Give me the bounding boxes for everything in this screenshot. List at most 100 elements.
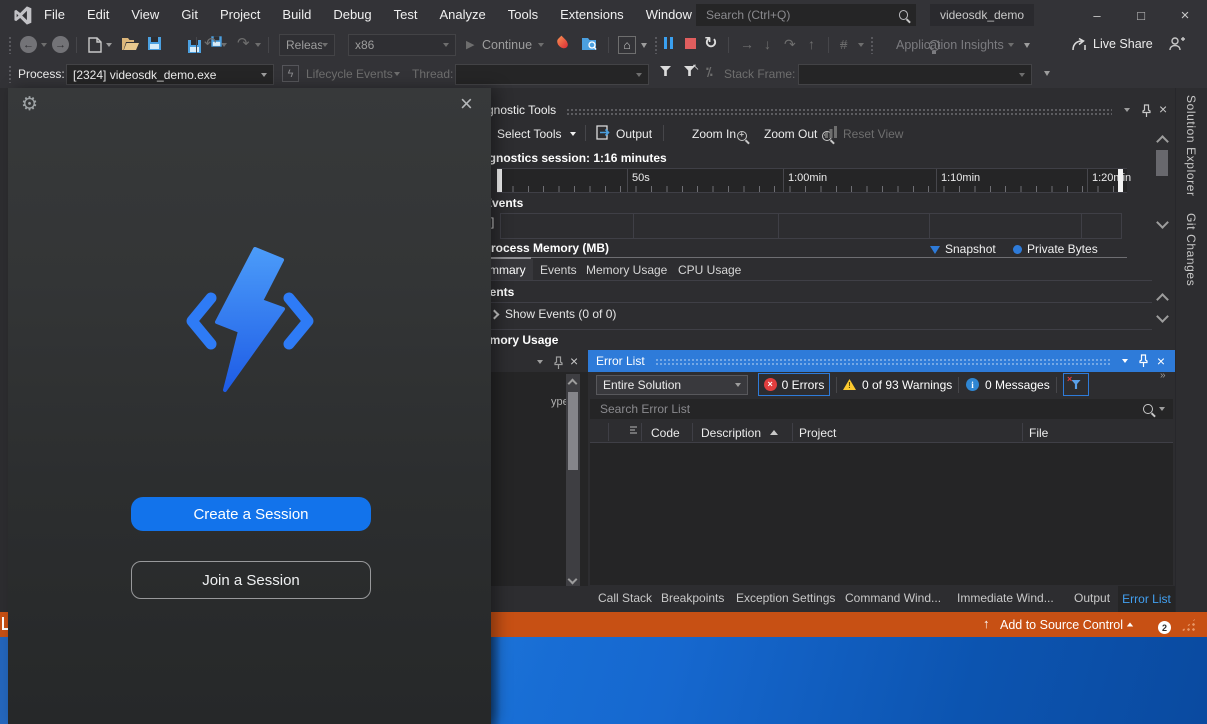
side-panel-close-icon[interactable]: × xyxy=(570,353,578,369)
menu-window[interactable]: Window xyxy=(635,0,703,30)
menu-git[interactable]: Git xyxy=(170,0,209,30)
open-folder-icon[interactable] xyxy=(122,37,139,51)
share-people-icon[interactable] xyxy=(1168,36,1186,52)
error-search-box[interactable] xyxy=(590,399,1173,419)
navigate-back-dropdown[interactable] xyxy=(41,43,47,47)
minimize-button[interactable]: – xyxy=(1075,0,1119,30)
output-button[interactable]: Output xyxy=(616,127,652,141)
step-over-icon[interactable]: ↷ xyxy=(784,36,796,53)
menu-debug[interactable]: Debug xyxy=(322,0,382,30)
zoom-out-button[interactable]: Zoom Out xyxy=(764,127,817,141)
threads-crossed-icon[interactable]: ⁒ xyxy=(706,65,713,79)
show-events-link[interactable]: Show Events (0 of 0) xyxy=(505,307,616,321)
snapshot-legend-label[interactable]: Snapshot xyxy=(945,242,996,256)
navigate-forward-icon[interactable]: → xyxy=(52,36,69,53)
column-description[interactable]: Description xyxy=(701,426,761,440)
menu-edit[interactable]: Edit xyxy=(76,0,120,30)
menu-project[interactable]: Project xyxy=(209,0,271,30)
tab-solution-explorer[interactable]: Solution Explorer xyxy=(1184,95,1198,197)
menu-build[interactable]: Build xyxy=(271,0,322,30)
diag-scrollbar-thumb[interactable] xyxy=(1156,150,1168,176)
save-all-icon[interactable] xyxy=(188,40,201,53)
side-panel-window-menu[interactable] xyxy=(537,360,543,364)
new-file-dropdown[interactable] xyxy=(106,43,112,47)
tab-command-window[interactable]: Command Wind... xyxy=(845,591,941,605)
column-file[interactable]: File xyxy=(1029,426,1048,440)
find-in-files-icon[interactable] xyxy=(582,37,599,51)
configuration-dropdown[interactable]: Release xyxy=(279,34,335,56)
diagnostic-window-menu[interactable] xyxy=(1124,108,1130,112)
tab-output[interactable]: Output xyxy=(1074,591,1110,605)
debug-overflow-dropdown[interactable] xyxy=(858,43,864,47)
home-icon[interactable]: ⌂ xyxy=(618,36,636,54)
step-out-icon[interactable]: ↑ xyxy=(808,36,815,52)
insights-overflow[interactable] xyxy=(1024,43,1030,48)
navigate-back-icon[interactable]: ← xyxy=(20,36,37,53)
timeline-start-marker[interactable] xyxy=(497,169,502,192)
timeline-end-marker[interactable] xyxy=(1118,169,1123,192)
redo-dropdown[interactable] xyxy=(255,43,261,47)
undo-dropdown[interactable] xyxy=(221,43,227,47)
join-session-button[interactable]: Join a Session xyxy=(131,561,371,599)
live-share-button[interactable]: Live Share xyxy=(1093,37,1153,51)
menu-extensions[interactable]: Extensions xyxy=(549,0,635,30)
lifecycle-events-dropdown[interactable]: Lifecycle Events xyxy=(306,67,393,81)
app-close-icon[interactable]: × xyxy=(460,91,473,117)
error-search-dropdown[interactable] xyxy=(1159,407,1165,411)
step-into-icon[interactable]: ↓ xyxy=(764,36,771,52)
zoom-in-button[interactable]: Zoom In xyxy=(692,127,736,141)
application-insights-dropdown[interactable]: Application Insights xyxy=(896,38,1004,52)
reset-view-button[interactable]: Reset View xyxy=(843,127,903,141)
menu-file[interactable]: File xyxy=(33,0,76,30)
menu-view[interactable]: View xyxy=(120,0,170,30)
session-timeline-ruler[interactable]: 50s 1:00min 1:10min 1:20min xyxy=(497,168,1127,193)
column-project[interactable]: Project xyxy=(799,426,836,440)
create-session-button[interactable]: Create a Session xyxy=(131,497,371,531)
undo-icon[interactable]: ↶ xyxy=(204,34,217,52)
continue-play-icon[interactable]: ▶ xyxy=(466,38,474,51)
redo-icon[interactable]: ↷ xyxy=(237,34,250,52)
tab-exception-settings[interactable]: Exception Settings xyxy=(736,591,835,605)
side-panel-pin-icon[interactable] xyxy=(553,356,564,370)
maximize-button[interactable]: □ xyxy=(1119,0,1163,30)
new-file-icon[interactable] xyxy=(88,37,102,53)
select-tools-dropdown[interactable]: Select Tools xyxy=(497,127,561,141)
stop-debugging-icon[interactable] xyxy=(685,38,696,49)
error-list-title-bar[interactable]: Error List × xyxy=(588,350,1175,372)
debugbar-overflow[interactable] xyxy=(1044,71,1050,76)
tab-events[interactable]: Events xyxy=(540,263,577,277)
error-list-pin-icon[interactable] xyxy=(1138,354,1149,368)
close-button[interactable]: × xyxy=(1163,0,1207,30)
quick-search-input[interactable] xyxy=(704,7,899,23)
toolbar-grip[interactable] xyxy=(8,36,12,54)
show-next-statement-icon[interactable]: → xyxy=(740,36,754,52)
error-list-window-menu[interactable] xyxy=(1122,359,1128,363)
error-toolbar-overflow[interactable]: » xyxy=(1160,370,1166,381)
toolbar-options-overflow[interactable] xyxy=(641,43,647,48)
source-control-caret-icon[interactable] xyxy=(1127,623,1133,627)
private-bytes-legend-label[interactable]: Private Bytes xyxy=(1027,242,1098,256)
diagnostic-pin-icon[interactable] xyxy=(1141,104,1152,118)
continue-dropdown[interactable] xyxy=(538,43,544,47)
save-icon[interactable] xyxy=(148,37,161,50)
error-list-drag-dots[interactable] xyxy=(655,358,1112,365)
quick-search-box[interactable] xyxy=(696,4,916,26)
platform-dropdown[interactable]: x86 xyxy=(348,34,456,56)
error-scope-dropdown[interactable]: Entire Solution xyxy=(596,375,748,395)
warnings-filter-button[interactable]: ! 0 of 93 Warnings xyxy=(843,373,952,396)
side-panel-scrollbar-thumb[interactable] xyxy=(568,392,578,470)
diagnostic-title-drag-dots[interactable] xyxy=(566,108,1112,115)
clear-filters-button[interactable]: × xyxy=(1063,373,1089,396)
tab-cpu-usage[interactable]: CPU Usage xyxy=(678,263,741,277)
tab-git-changes[interactable]: Git Changes xyxy=(1184,213,1198,286)
error-list-close-icon[interactable]: × xyxy=(1157,353,1165,369)
thread-dropdown[interactable] xyxy=(455,64,649,85)
tab-call-stack[interactable]: Call Stack xyxy=(598,591,652,605)
menu-tools[interactable]: Tools xyxy=(497,0,549,30)
settings-gear-icon[interactable]: ⚙ xyxy=(21,93,38,116)
tab-memory-usage[interactable]: Memory Usage xyxy=(586,263,667,277)
messages-filter-button[interactable]: i 0 Messages xyxy=(966,373,1050,396)
code-map-icon[interactable]: # xyxy=(840,37,847,52)
stack-frame-dropdown[interactable] xyxy=(798,64,1032,85)
tab-breakpoints[interactable]: Breakpoints xyxy=(661,591,724,605)
